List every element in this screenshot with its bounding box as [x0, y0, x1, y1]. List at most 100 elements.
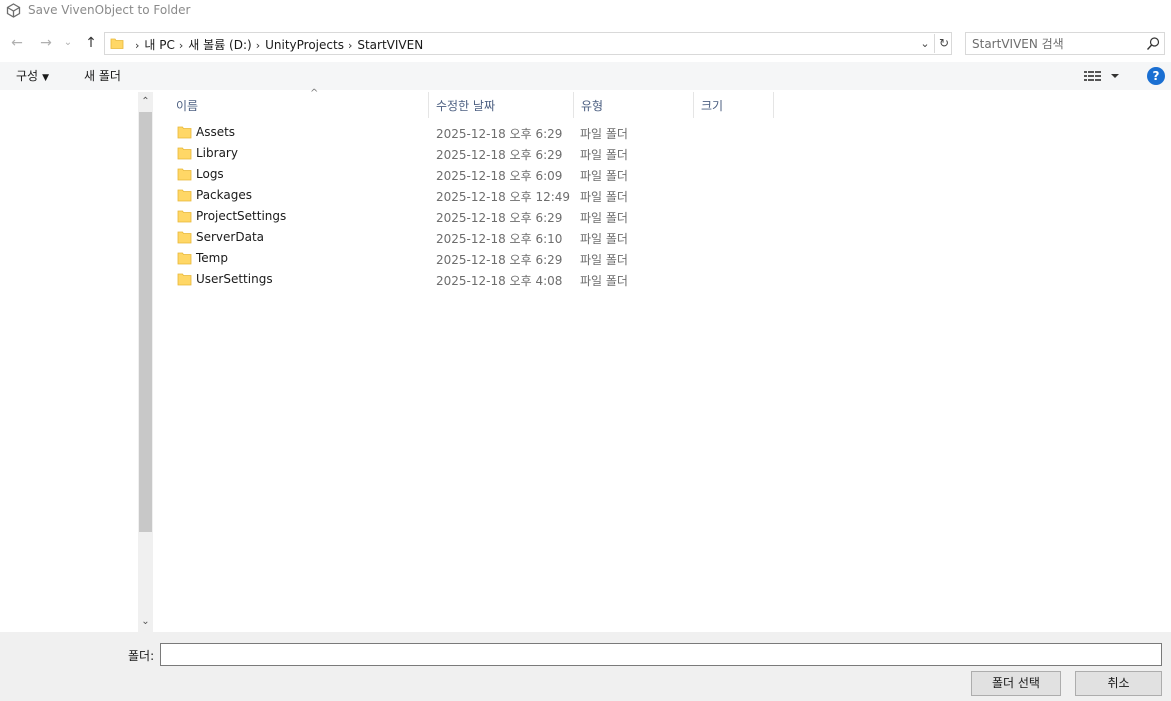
column-divider[interactable] [573, 92, 574, 118]
new-folder-label: 새 폴더 [84, 69, 121, 83]
search-box[interactable] [965, 32, 1165, 55]
column-header-name[interactable]: 이름 ^ [170, 88, 428, 118]
select-folder-button[interactable]: 폴더 선택 [971, 671, 1061, 696]
folder-icon [177, 147, 192, 160]
unity-app-icon [6, 3, 21, 18]
address-divider [934, 34, 935, 53]
breadcrumb-item-volume-d[interactable]: 새 볼륨 (D:) [188, 38, 251, 52]
file-modified: 2025-12-18 오후 6:29 [436, 253, 563, 267]
file-name: Packages [196, 188, 252, 202]
command-bar: 구성 ▼ 새 폴더 ? [0, 62, 1171, 90]
folder-icon [177, 168, 192, 181]
breadcrumb-item-unityprojects[interactable]: UnityProjects [265, 38, 344, 52]
scrollbar-thumb[interactable] [139, 112, 152, 532]
folder-icon [177, 252, 192, 265]
file-row-serverdata[interactable]: ServerData 2025-12-18 오후 6:10 파일 폴더 [155, 227, 1171, 248]
recent-locations-chevron-icon[interactable]: ⌄ [61, 34, 75, 52]
file-row-temp[interactable]: Temp 2025-12-18 오후 6:29 파일 폴더 [155, 248, 1171, 269]
organize-caret-icon: ▼ [42, 73, 50, 83]
column-header-type[interactable]: 유형 [575, 92, 693, 118]
help-icon[interactable]: ? [1147, 67, 1165, 85]
up-arrow-icon[interactable]: ↑ [82, 34, 100, 52]
folder-field-label: 폴더: [128, 649, 155, 663]
file-modified: 2025-12-18 오후 12:49 [436, 190, 571, 204]
folder-icon [177, 210, 192, 223]
cancel-button[interactable]: 취소 [1075, 671, 1162, 696]
file-row-library[interactable]: Library 2025-12-18 오후 6:29 파일 폴더 [155, 143, 1171, 164]
breadcrumb-separator-icon[interactable]: › [348, 39, 352, 52]
back-arrow-icon[interactable]: ← [8, 34, 26, 52]
file-modified: 2025-12-18 오후 6:29 [436, 127, 563, 141]
breadcrumb-item-startviven[interactable]: StartVIVEN [357, 38, 423, 52]
folder-icon [177, 273, 192, 286]
file-type: 파일 폴더 [580, 190, 628, 204]
scroll-up-arrow-icon[interactable]: ⌃ [138, 95, 153, 109]
forward-arrow-icon[interactable]: → [37, 34, 55, 52]
navigation-scrollbar[interactable]: ⌃ ⌄ [138, 92, 153, 632]
file-type: 파일 폴더 [580, 169, 628, 183]
breadcrumb-item-my-pc[interactable]: 내 PC [144, 38, 174, 52]
column-headers: 이름 ^ 수정한 날짜 유형 크기 [155, 88, 1171, 118]
column-size-label: 크기 [701, 99, 724, 113]
file-list: Assets 2025-12-18 오후 6:29 파일 폴더 Library … [155, 122, 1171, 290]
dialog-footer: 폴더: 폴더 선택 취소 [0, 632, 1171, 701]
file-name: Temp [196, 251, 228, 265]
column-divider[interactable] [693, 92, 694, 118]
organize-menu[interactable]: 구성 ▼ [16, 67, 49, 85]
folder-input[interactable] [161, 644, 1161, 665]
file-row-assets[interactable]: Assets 2025-12-18 오후 6:29 파일 폴더 [155, 122, 1171, 143]
file-list-pane[interactable]: 이름 ^ 수정한 날짜 유형 크기 Assets 2025-12-18 오후 6… [155, 88, 1171, 632]
column-header-size[interactable]: 크기 [695, 92, 773, 118]
column-divider[interactable] [428, 92, 429, 118]
column-modified-label: 수정한 날짜 [436, 99, 496, 113]
file-name: ProjectSettings [196, 209, 287, 223]
file-modified: 2025-12-18 오후 4:08 [436, 274, 563, 288]
file-type: 파일 폴더 [580, 127, 628, 141]
file-type: 파일 폴더 [580, 211, 628, 225]
address-row: ← → ⌄ ↑ › 내 PC › 새 볼륨 (D:) › UnityProjects › St… [0, 26, 1171, 60]
breadcrumb-separator-icon[interactable]: › [135, 39, 139, 52]
column-type-label: 유형 [581, 99, 604, 113]
search-icon[interactable] [1146, 36, 1160, 52]
sort-ascending-icon: ^ [310, 88, 319, 99]
title-bar: Save VivenObject to Folder [0, 0, 1171, 22]
file-name: Library [196, 146, 238, 160]
file-row-projectsettings[interactable]: ProjectSettings 2025-12-18 오후 6:29 파일 폴더 [155, 206, 1171, 227]
file-name: Logs [196, 167, 224, 181]
file-modified: 2025-12-18 오후 6:29 [436, 211, 563, 225]
breadcrumb-separator-icon[interactable]: › [179, 39, 183, 52]
column-name-label: 이름 [176, 99, 199, 113]
column-header-modified[interactable]: 수정한 날짜 [430, 92, 573, 118]
scroll-down-arrow-icon[interactable]: ⌄ [138, 615, 153, 629]
folder-icon [110, 38, 124, 49]
file-row-packages[interactable]: Packages 2025-12-18 오후 12:49 파일 폴더 [155, 185, 1171, 206]
view-options-icon[interactable] [1083, 68, 1123, 84]
organize-label: 구성 [16, 69, 39, 83]
file-type: 파일 폴더 [580, 148, 628, 162]
breadcrumb: › 내 PC › 새 볼륨 (D:) › UnityProjects › StartVIVEN [131, 36, 423, 53]
refresh-icon[interactable]: ↻ [936, 35, 952, 52]
folder-field[interactable] [160, 643, 1162, 666]
file-type: 파일 폴더 [580, 253, 628, 267]
file-type: 파일 폴더 [580, 274, 628, 288]
file-modified: 2025-12-18 오후 6:09 [436, 169, 563, 183]
breadcrumb-separator-icon[interactable]: › [256, 39, 260, 52]
new-folder-button[interactable]: 새 폴더 [84, 67, 121, 85]
file-modified: 2025-12-18 오후 6:29 [436, 148, 563, 162]
file-name: Assets [196, 125, 236, 139]
file-name: ServerData [196, 230, 265, 244]
file-modified: 2025-12-18 오후 6:10 [436, 232, 563, 246]
address-bar[interactable]: › 내 PC › 새 볼륨 (D:) › UnityProjects › StartVIVEN… [104, 32, 952, 55]
window-title: Save VivenObject to Folder [28, 3, 191, 17]
search-input[interactable] [972, 35, 1137, 52]
file-name: UserSettings [196, 272, 273, 286]
file-type: 파일 폴더 [580, 232, 628, 246]
folder-icon [177, 189, 192, 202]
folder-icon [177, 126, 192, 139]
navigation-pane[interactable] [0, 92, 138, 637]
file-row-logs[interactable]: Logs 2025-12-18 오후 6:09 파일 폴더 [155, 164, 1171, 185]
folder-icon [177, 231, 192, 244]
address-dropdown-chevron-icon[interactable]: ⌄ [917, 36, 933, 52]
column-divider[interactable] [773, 92, 774, 118]
file-row-usersettings[interactable]: UserSettings 2025-12-18 오후 4:08 파일 폴더 [155, 269, 1171, 290]
